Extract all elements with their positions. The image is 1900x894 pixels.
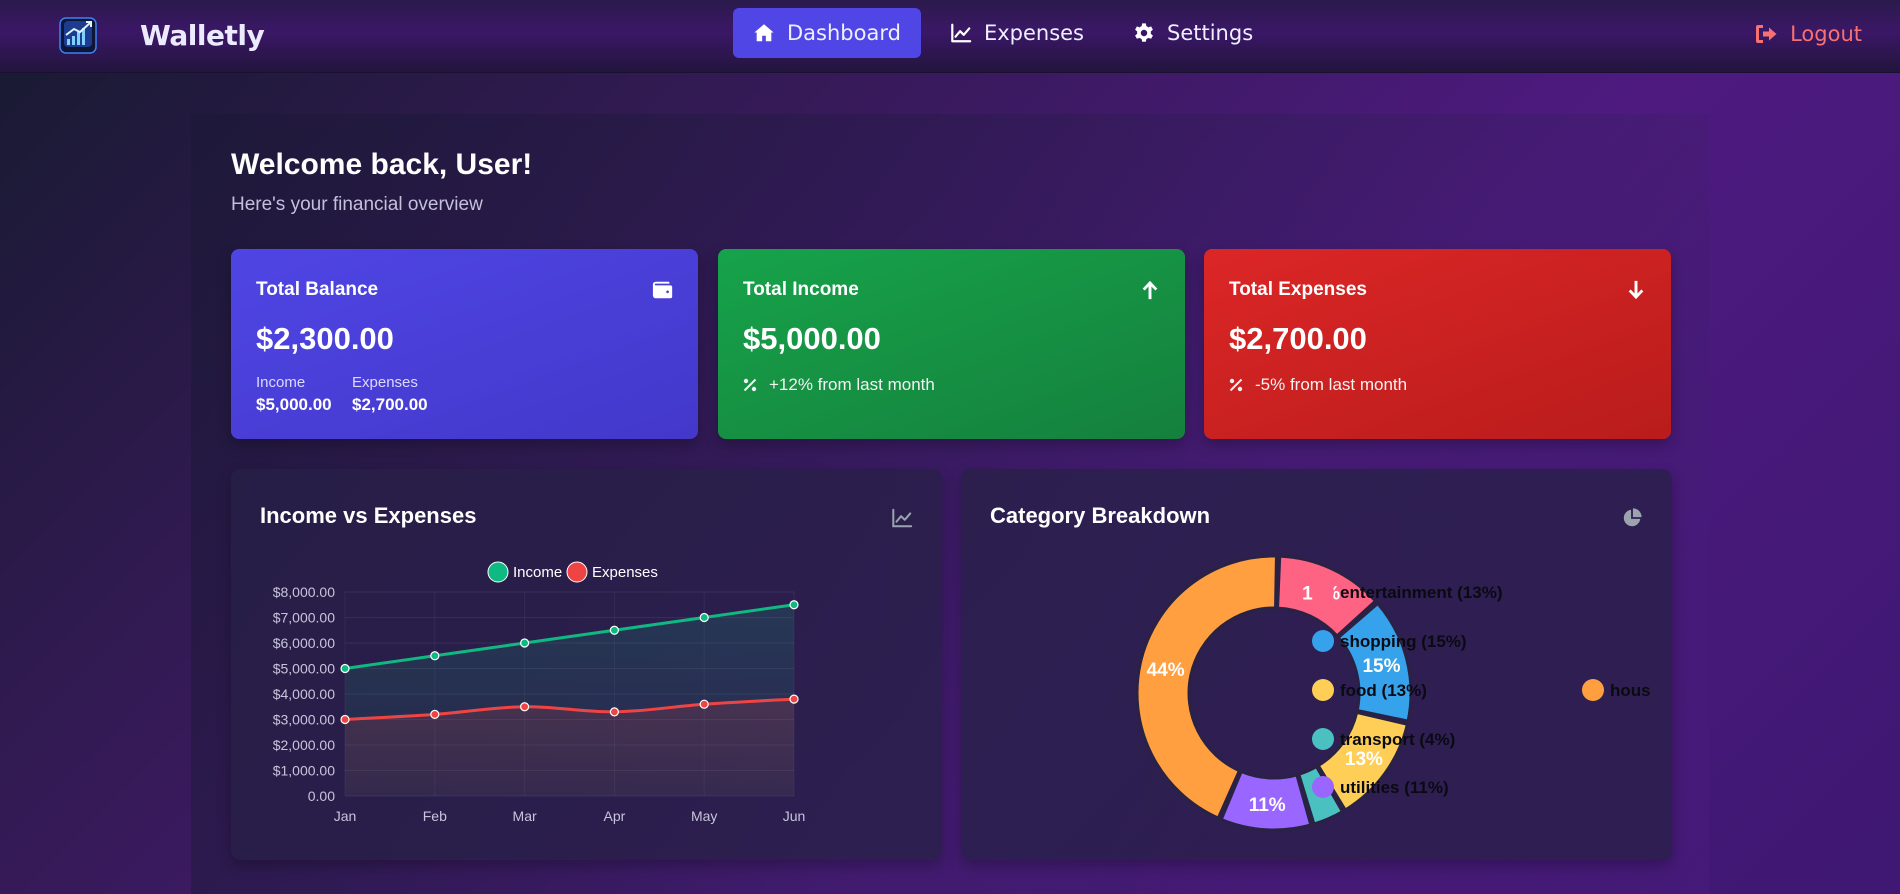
y-tick-label: $2,000.00 (273, 737, 335, 753)
data-point-expenses (520, 702, 530, 712)
data-point-income (430, 651, 440, 661)
legend-label: utilities (11%) (1340, 778, 1449, 797)
wallet-icon (652, 281, 673, 299)
legend-swatch (1582, 679, 1604, 701)
data-point-expenses (699, 699, 709, 709)
legend-swatch (566, 561, 588, 583)
data-point-income (340, 663, 350, 674)
legend-label: hous (1610, 681, 1651, 700)
y-tick-label: $4,000.00 (273, 686, 335, 702)
slice-label: 11% (1249, 795, 1286, 816)
balance-amount: $2,300.00 (256, 321, 394, 356)
nav-settings[interactable]: Settings (1113, 8, 1273, 58)
balance-income: Income $5,000.00 (256, 374, 332, 415)
y-tick-label: $5,000.00 (273, 661, 335, 677)
legend-swatch (1312, 630, 1334, 652)
legend-swatch (1312, 776, 1334, 798)
page-title: Welcome back, User! (231, 148, 533, 181)
chart-title: Income vs Expenses (260, 503, 477, 528)
percent-icon (1229, 378, 1243, 392)
y-tick-label: $7,000.00 (273, 610, 335, 626)
app-name: Walletly (140, 18, 265, 52)
pie-chart-icon (1623, 508, 1642, 527)
legend-label: Income (513, 564, 562, 581)
y-tick-label: $6,000.00 (273, 635, 335, 651)
y-tick-label: $1,000.00 (273, 763, 335, 779)
mini-income-value: $5,000.00 (256, 395, 332, 414)
total-expenses-card: Total Expenses $2,700.00 -5% from last m… (1204, 249, 1671, 439)
category-breakdown-panel: 13%15%13%11%44%entertainment (13%)shoppi… (961, 469, 1672, 860)
data-point-income (789, 600, 799, 610)
legend-swatch (1312, 728, 1334, 750)
legend-label: shopping (15%) (1340, 632, 1467, 651)
legend-label: Expenses (592, 564, 658, 581)
walletly-logo-icon (59, 17, 97, 54)
y-tick-label: 0.00 (308, 788, 335, 804)
logout-label: Logout (1790, 22, 1862, 46)
expense-trend: -5% from last month (1229, 375, 1407, 395)
x-tick-label: May (691, 808, 717, 824)
y-tick-label: $3,000.00 (273, 712, 335, 728)
data-point-income (699, 612, 709, 623)
income-vs-expenses-panel: $8,000.00 $7,000.00 $6,000.00 $5,000.00 $4,0… (231, 469, 942, 860)
mini-expenses-label: Expenses (352, 374, 418, 391)
arrow-up-icon (1142, 280, 1158, 300)
data-point-expenses (340, 714, 350, 725)
x-tick-label: Jun (783, 808, 806, 824)
x-tick-label: Feb (423, 808, 447, 824)
data-point-expenses (609, 707, 619, 717)
nav-settings-label: Settings (1167, 21, 1254, 45)
nav-expenses[interactable]: Expenses (930, 8, 1104, 58)
legend-swatch (1312, 581, 1334, 603)
chart-line-icon (892, 508, 913, 528)
income-trend: +12% from last month (743, 375, 935, 395)
slice-label: 44% (1147, 660, 1185, 681)
mini-expenses-value: $2,700.00 (352, 395, 428, 414)
logout-button[interactable]: Logout (1754, 18, 1862, 50)
slice-label: 15% (1362, 656, 1400, 677)
nav-expenses-label: Expenses (983, 21, 1084, 45)
chart-line-icon (951, 23, 972, 43)
data-point-expenses (430, 709, 440, 719)
card-title: Total Balance (256, 279, 379, 300)
nav-links: Dashboard Expenses Settings (733, 8, 1282, 58)
total-income-card: Total Income $5,000.00 +12% from last mo… (718, 249, 1185, 439)
arrow-down-icon (1628, 280, 1644, 300)
top-navbar: Walletly Dashboard Expenses Settings Log… (0, 0, 1900, 73)
data-point-income (609, 625, 619, 635)
legend-label: transport (4%) (1340, 730, 1455, 749)
x-tick-label: Jan (334, 808, 357, 824)
chart-title: Category Breakdown (990, 503, 1211, 528)
legend-swatch (487, 561, 509, 583)
card-title: Total Income (743, 279, 859, 300)
percent-icon (743, 378, 757, 392)
mini-income-label: Income (256, 374, 306, 391)
nav-dashboard[interactable]: Dashboard (733, 8, 921, 58)
home-icon (754, 24, 774, 42)
dashboard-main: Welcome back, User! Here's your financia… (191, 114, 1709, 894)
x-tick-label: Mar (513, 808, 537, 824)
income-trend-text: +12% from last month (769, 375, 935, 394)
legend-label: entertainment (13%) (1340, 583, 1502, 602)
page-subtitle: Here's your financial overview (231, 194, 483, 215)
logout-icon (1756, 25, 1777, 43)
legend-label: food (13%) (1340, 681, 1427, 700)
expense-trend-text: -5% from last month (1255, 375, 1408, 394)
nav-dashboard-label: Dashboard (787, 21, 901, 45)
x-tick-label: Apr (604, 808, 626, 824)
income-amount: $5,000.00 (743, 321, 881, 356)
balance-expenses: Expenses $2,700.00 (352, 374, 428, 415)
brand[interactable]: Walletly (58, 15, 265, 55)
expense-amount: $2,700.00 (1229, 321, 1367, 356)
gear-icon (1135, 23, 1153, 42)
legend-swatch (1312, 679, 1334, 701)
slice-label: 13% (1345, 749, 1383, 770)
y-tick-label: $8,000.00 (273, 584, 335, 600)
data-point-income (520, 638, 530, 648)
data-point-expenses (789, 694, 799, 704)
total-balance-card: Total Balance $2,300.00 Income $5,000.00… (231, 249, 698, 439)
card-title: Total Expenses (1229, 279, 1367, 300)
